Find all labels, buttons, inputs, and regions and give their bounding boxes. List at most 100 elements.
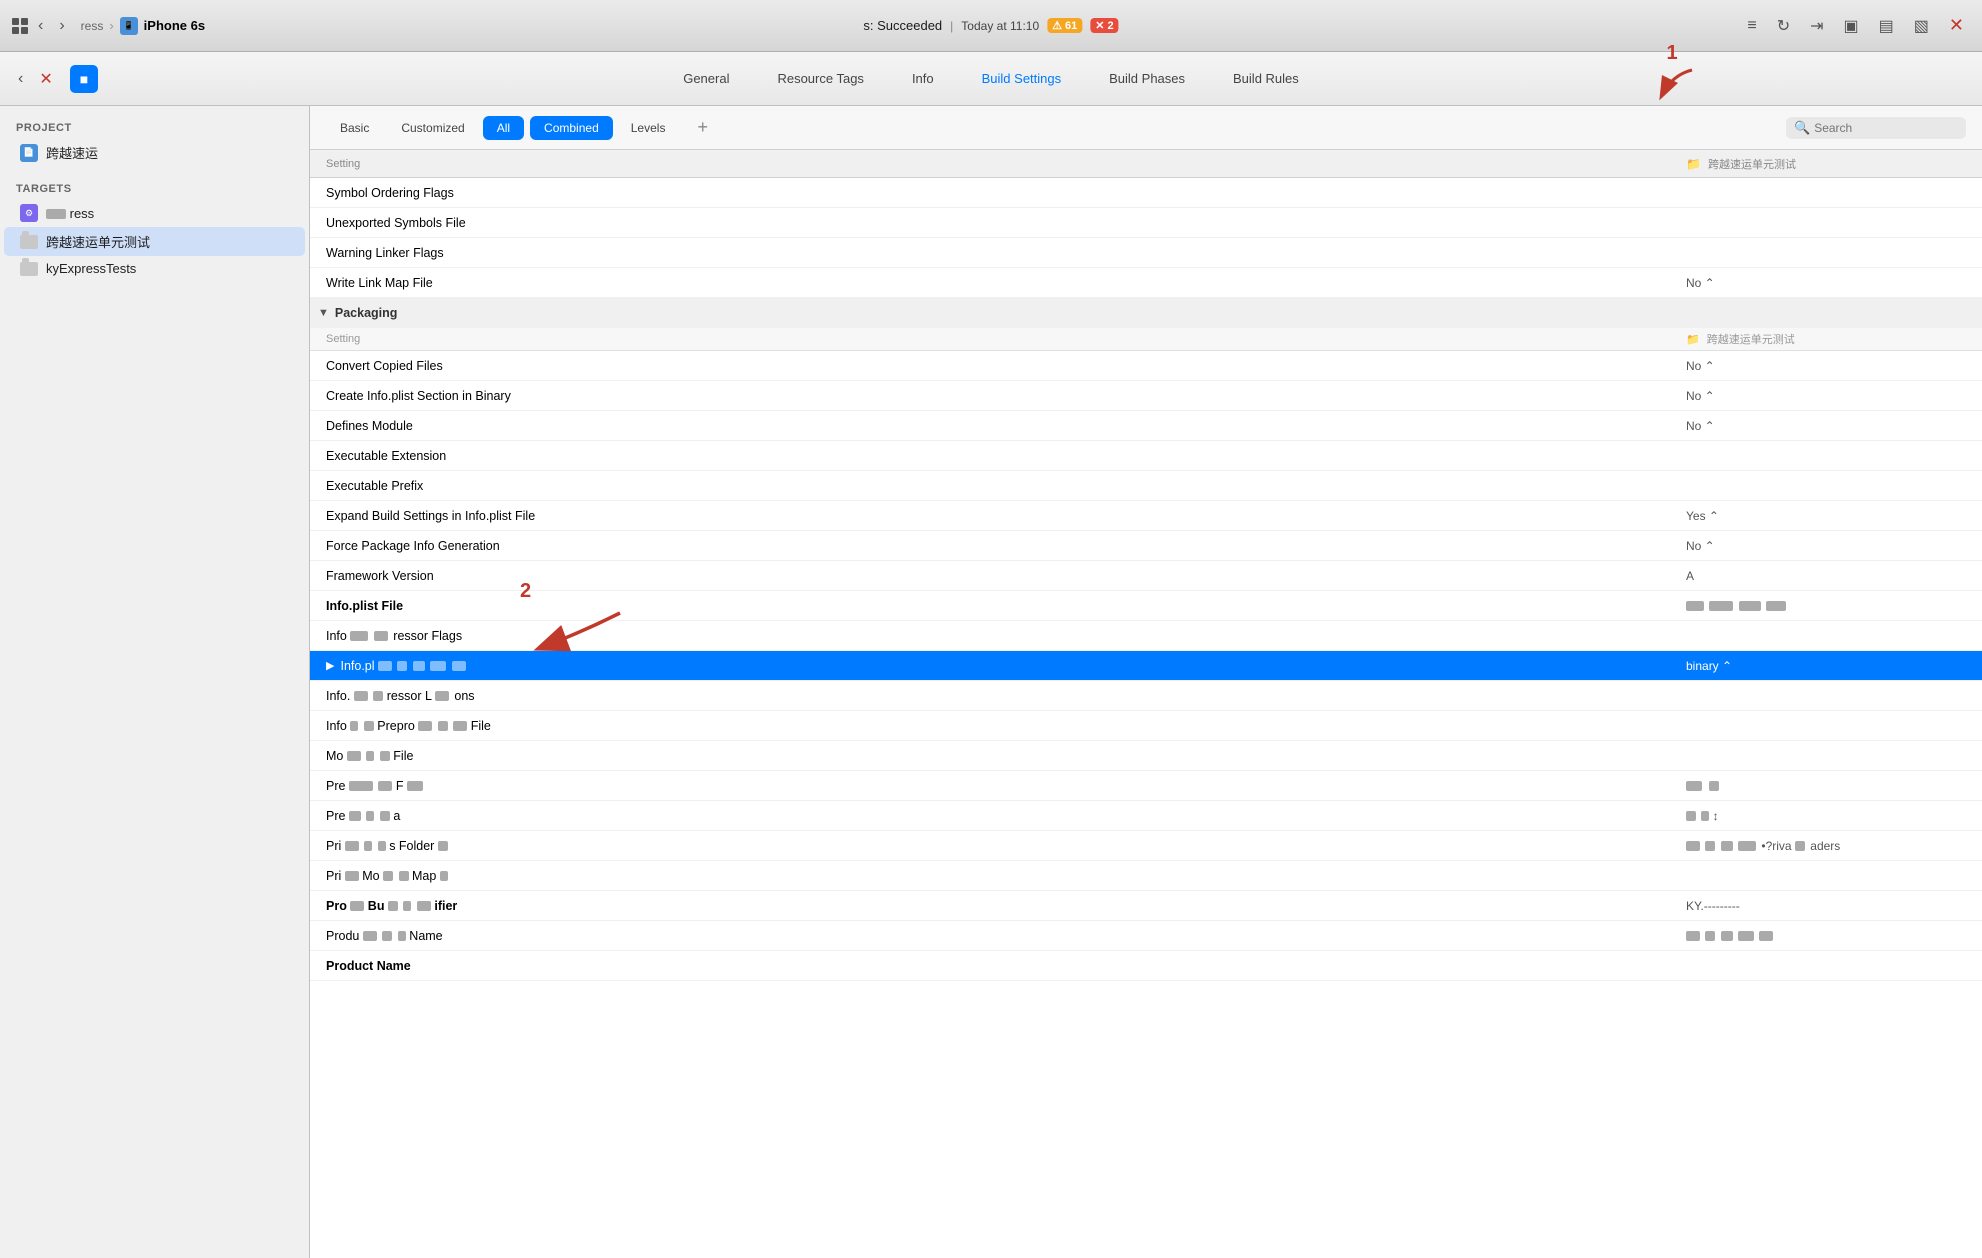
table-row[interactable]: Info Prepro File xyxy=(310,711,1982,741)
search-box[interactable]: 🔍 xyxy=(1786,117,1966,139)
table-row[interactable]: Expand Build Settings in Info.plist File… xyxy=(310,501,1982,531)
sidebar-target-unit-test[interactable]: 跨越速运单元测试 xyxy=(4,227,305,256)
layout-icon-2[interactable]: ▤ xyxy=(1873,14,1900,38)
sidebar-target-express[interactable]: kyExpressTests xyxy=(4,256,305,281)
selected-row-value: binary ⌃ xyxy=(1686,659,1966,673)
packaging-section-header[interactable]: ▼ Packaging xyxy=(310,298,1982,328)
table-row[interactable]: Create Info.plist Section in Binary No ⌃ xyxy=(310,381,1982,411)
table-row[interactable]: Defines Module No ⌃ xyxy=(310,411,1982,441)
table-row[interactable]: Force Package Info Generation No ⌃ xyxy=(310,531,1982,561)
selected-row-name: Info.pl xyxy=(340,659,1686,673)
nav-buttons[interactable]: ‹ › xyxy=(12,15,71,37)
table-row[interactable]: Warning Linker Flags xyxy=(310,238,1982,268)
xcode-icon: ■ xyxy=(70,65,98,93)
table-row[interactable]: Pri s Folder •?riva aders xyxy=(310,831,1982,861)
row-name-bold: Info.plist File xyxy=(326,599,1686,613)
expand-triangle-icon: ▶ xyxy=(326,659,334,672)
section-name: Packaging xyxy=(335,306,1966,320)
subtab-basic[interactable]: Basic xyxy=(326,116,383,140)
folder-icon-col: 📁 xyxy=(1686,157,1701,171)
tab-general[interactable]: General xyxy=(659,63,753,94)
table-row[interactable]: Framework Version A xyxy=(310,561,1982,591)
table-row[interactable]: Executable Extension xyxy=(310,441,1982,471)
tab-resource-tags[interactable]: Resource Tags xyxy=(753,63,887,94)
warning-badge[interactable]: ⚠ 61 xyxy=(1047,18,1082,33)
table-row[interactable]: Write Link Map File No ⌃ xyxy=(310,268,1982,298)
row-value-redacted xyxy=(1686,599,1966,613)
content-area: Basic Customized All Combined Levels + 🔍… xyxy=(310,106,1982,1258)
target-ress-label: ress xyxy=(70,206,95,221)
sidebar: PROJECT 📄 跨越速运 TARGETS ⚙ ress 跨越速运 xyxy=(0,106,310,1258)
row-value: No ⌃ xyxy=(1686,539,1966,553)
row-name: Unexported Symbols File xyxy=(326,216,1686,230)
row-value: Yes ⌃ xyxy=(1686,509,1966,523)
grid-icon[interactable] xyxy=(12,18,28,34)
target-unit-test-label: 跨越速运单元测试 xyxy=(46,232,150,251)
folder-icon-express xyxy=(20,262,38,276)
forward-button[interactable]: › xyxy=(53,15,70,37)
tabs-container: General Resource Tags Info Build Setting… xyxy=(659,63,1323,94)
product-name-row[interactable]: Product Name xyxy=(310,951,1982,981)
row-value: No ⌃ xyxy=(1686,276,1966,290)
subtab-levels[interactable]: Levels xyxy=(617,116,680,140)
build-time: Today at 11:10 xyxy=(961,19,1039,33)
info-preprocessor-row[interactable]: Info ressor Flags xyxy=(310,621,1982,651)
col-setting-label: Setting xyxy=(326,158,1686,170)
table-row[interactable]: Pri Mo Map xyxy=(310,861,1982,891)
table-row[interactable]: Convert Copied Files No ⌃ xyxy=(310,351,1982,381)
menu-icon[interactable]: ≡ xyxy=(1741,15,1762,37)
product-bundle-id-row[interactable]: Pro Bu ifier KY.--------- xyxy=(310,891,1982,921)
subtab-customized[interactable]: Customized xyxy=(387,116,478,140)
add-setting-button[interactable]: + xyxy=(689,115,716,140)
close-panel-button[interactable]: ✕ xyxy=(1943,13,1970,38)
table-row[interactable]: Info. ressor L ons xyxy=(310,681,1982,711)
tab-info[interactable]: Info xyxy=(888,63,958,94)
row-name: Symbol Ordering Flags xyxy=(326,186,1686,200)
target-express-label: kyExpressTests xyxy=(46,261,136,276)
row-name: Warning Linker Flags xyxy=(326,246,1686,260)
table-row[interactable]: Unexported Symbols File xyxy=(310,208,1982,238)
layout-icon-3[interactable]: ▧ xyxy=(1908,14,1935,38)
subtab-combined[interactable]: Combined xyxy=(530,116,613,140)
titlebar-right-buttons[interactable]: ≡ ↻ ⇥ ▣ ▤ ▧ ✕ xyxy=(1741,13,1970,38)
tab-build-settings[interactable]: Build Settings xyxy=(958,63,1086,94)
sidebar-target-ress[interactable]: ⚙ ress xyxy=(4,199,305,227)
subtab-all[interactable]: All xyxy=(483,116,524,140)
subtab-bar: Basic Customized All Combined Levels + 🔍 xyxy=(310,106,1982,150)
row-value: •?riva aders xyxy=(1686,839,1966,853)
table-row[interactable]: Mo File xyxy=(310,741,1982,771)
arrow-right-icon[interactable]: ⇥ xyxy=(1804,14,1829,38)
project-section-label: PROJECT xyxy=(0,116,309,138)
row-name: Framework Version xyxy=(326,569,1686,583)
error-badge[interactable]: ✕ 2 xyxy=(1090,18,1118,33)
target-label-small: 📁 跨越速运单元测试 xyxy=(1686,331,1966,347)
table-row[interactable]: Symbol Ordering Flags xyxy=(310,178,1982,208)
tab-build-phases[interactable]: Build Phases xyxy=(1085,63,1209,94)
project-name: 跨越速运 xyxy=(46,143,98,162)
back-button[interactable]: ‹ xyxy=(32,15,49,37)
annotation-1-arrow xyxy=(1642,65,1702,105)
selected-info-plist-row[interactable]: ▶ Info.pl binary ⌃ xyxy=(310,651,1982,681)
project-file-icon: 📄 xyxy=(20,144,38,162)
tab-bar: ‹ ✕ ■ General Resource Tags Info Build S… xyxy=(0,52,1982,106)
build-status: s: Succeeded xyxy=(863,18,942,33)
tab-build-rules[interactable]: Build Rules xyxy=(1209,63,1323,94)
tabbar-left-nav[interactable]: ‹ ✕ xyxy=(12,67,59,91)
table-row[interactable]: Pre F xyxy=(310,771,1982,801)
table-row[interactable]: Executable Prefix xyxy=(310,471,1982,501)
tabbar-forward[interactable]: ✕ xyxy=(33,67,58,91)
row-name: Executable Extension xyxy=(326,449,1686,463)
tabbar-back[interactable]: ‹ xyxy=(12,67,29,91)
search-icon: 🔍 xyxy=(1794,120,1810,136)
layout-icon-1[interactable]: ▣ xyxy=(1838,14,1865,38)
row-value: ↕ xyxy=(1686,809,1966,823)
info-plist-file-row[interactable]: Info.plist File xyxy=(310,591,1982,621)
refresh-icon[interactable]: ↻ xyxy=(1771,14,1796,38)
table-row[interactable]: Pre a ↕ xyxy=(310,801,1982,831)
sidebar-project[interactable]: 📄 跨越速运 xyxy=(4,138,305,167)
table-row[interactable]: Produ Name xyxy=(310,921,1982,951)
section-toggle-icon[interactable]: ▼ xyxy=(318,307,329,319)
search-input[interactable] xyxy=(1814,121,1954,135)
titlebar-center: s: Succeeded | Today at 11:10 ⚠ 61 ✕ 2 xyxy=(863,18,1118,33)
product-name-label: Product Name xyxy=(326,959,1686,973)
